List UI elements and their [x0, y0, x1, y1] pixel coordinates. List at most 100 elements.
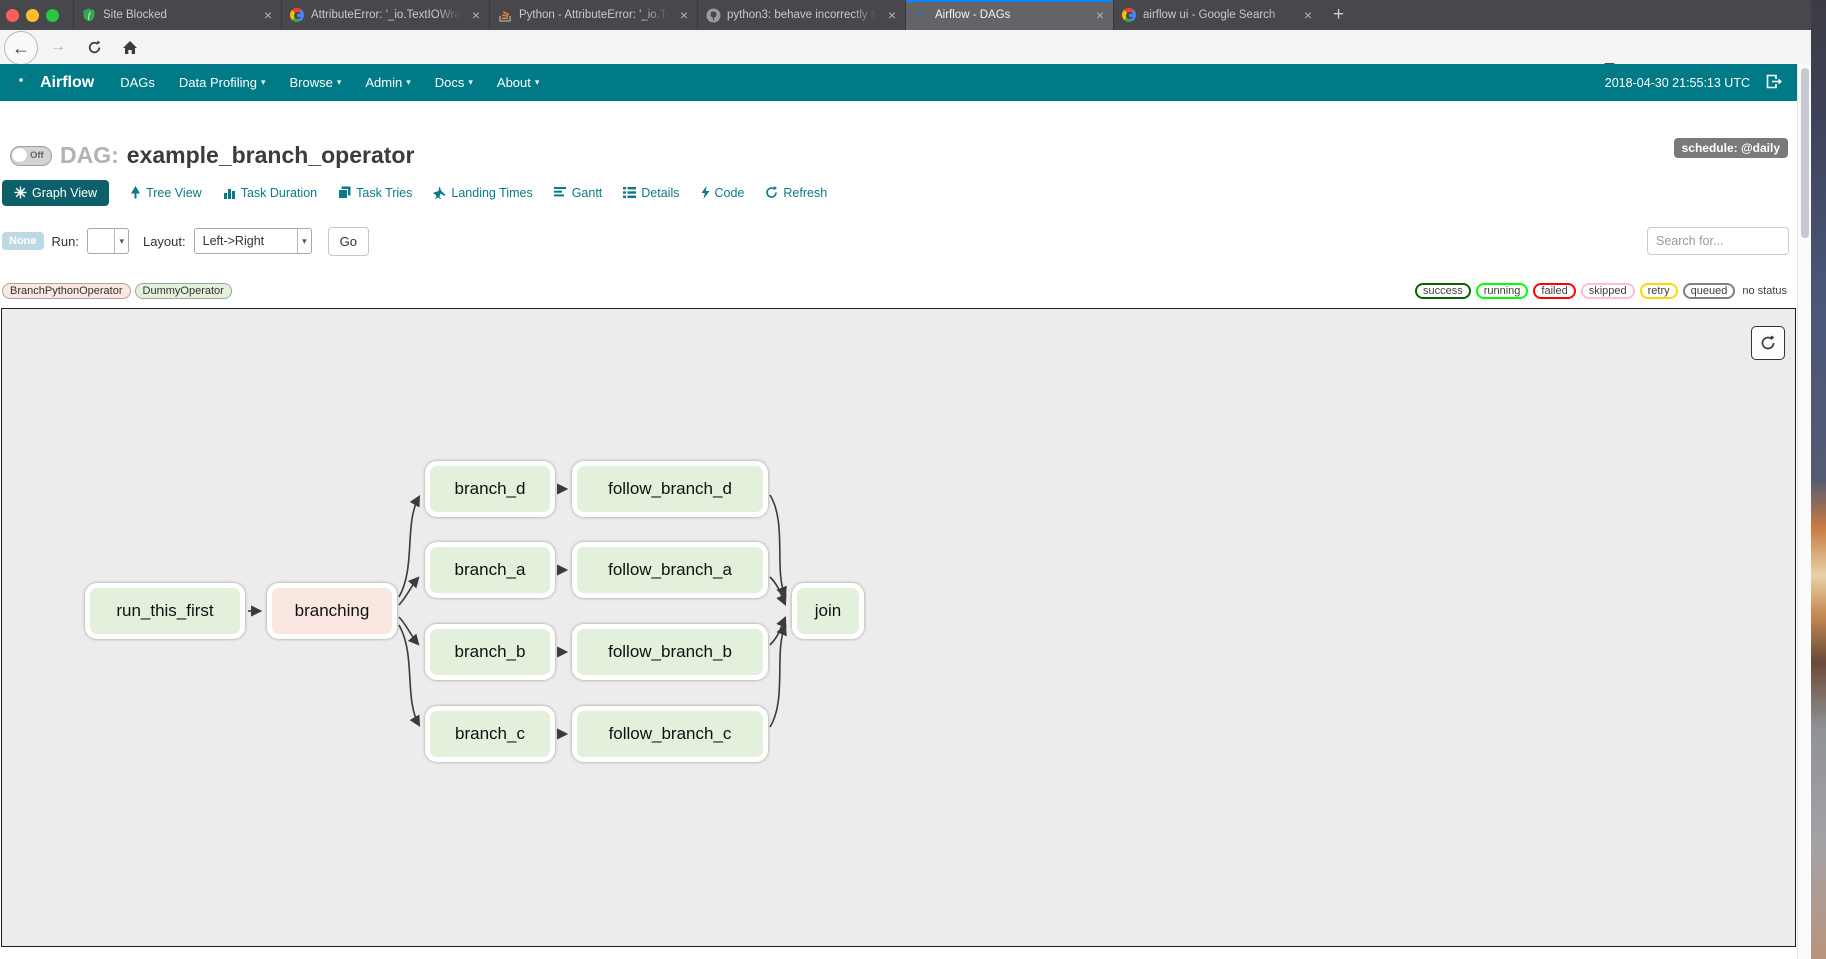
minimize-window-button[interactable]: [26, 9, 39, 22]
dag-node-follow_branch_d[interactable]: follow_branch_d: [572, 461, 768, 517]
browser-tab-bar: f Site Blocked × AttributeError: '_io.Te…: [0, 0, 1811, 30]
maximize-window-button[interactable]: [46, 9, 59, 22]
home-button[interactable]: [116, 33, 144, 61]
tree-icon: [130, 186, 141, 199]
tab-title: airflow ui - Google Search: [1143, 9, 1296, 21]
tab-label: Gantt: [572, 186, 603, 200]
google-favicon-icon: [1121, 7, 1137, 23]
tab-task-duration[interactable]: Task Duration: [223, 186, 317, 200]
legend-branchpythonoperator: BranchPythonOperator: [2, 283, 131, 299]
nav-item-dags[interactable]: DAGs: [108, 75, 167, 90]
tab-label: Task Tries: [356, 186, 412, 200]
shield-favicon-icon: f: [81, 7, 97, 23]
tab-label: Tree View: [146, 186, 202, 200]
github-favicon-icon: [705, 7, 721, 23]
toggle-label: Off: [30, 150, 44, 161]
run-select[interactable]: ▾: [87, 228, 129, 254]
close-icon[interactable]: ×: [1302, 8, 1314, 22]
tab-label: Code: [715, 186, 745, 200]
layout-select[interactable]: Left->Right ▾: [194, 228, 312, 254]
dag-node-follow_branch_a[interactable]: follow_branch_a: [572, 542, 768, 598]
dag-node-follow_branch_c[interactable]: follow_branch_c: [572, 706, 768, 762]
chevron-down-icon: ▾: [261, 77, 266, 88]
browser-toolbar: ← → localhost:8080/admin/airflow/graph?e…: [0, 30, 1811, 65]
tab-site-blocked[interactable]: f Site Blocked ×: [73, 0, 281, 30]
close-icon[interactable]: ×: [262, 8, 274, 22]
edge-follow_branch_d-join: [770, 495, 785, 596]
tab-python-stackoverflow[interactable]: Python - AttributeError: '_io.Te ×: [489, 0, 697, 30]
google-favicon-icon: [289, 7, 305, 23]
dag-node-follow_branch_b[interactable]: follow_branch_b: [572, 624, 768, 680]
nav-item-browse[interactable]: Browse▾: [277, 75, 353, 90]
status-queued: queued: [1683, 283, 1736, 299]
status-no-status: no status: [1740, 285, 1789, 297]
scrollbar-thumb[interactable]: [1801, 68, 1809, 238]
tab-label: Graph View: [32, 186, 97, 200]
dag-node-branch_d[interactable]: branch_d: [425, 461, 555, 517]
airflow-brand[interactable]: Airflow: [0, 67, 108, 98]
close-icon[interactable]: ×: [1094, 8, 1106, 22]
chevron-down-icon: ▾: [114, 229, 128, 253]
dag-node-branch_c[interactable]: branch_c: [425, 706, 555, 762]
run-label: Run:: [52, 234, 79, 249]
refresh-icon: [765, 186, 778, 199]
brand-label: Airflow: [40, 74, 94, 92]
tab-label: Task Duration: [241, 186, 317, 200]
tab-refresh[interactable]: Refresh: [765, 186, 827, 200]
page-scrollbar[interactable]: [1797, 64, 1811, 959]
tab-python3-github[interactable]: python3: behave incorrectly mo ×: [697, 0, 905, 30]
back-button[interactable]: ←: [4, 31, 38, 65]
new-tab-button[interactable]: +: [1321, 0, 1356, 30]
tab-airflow-ui-google-search[interactable]: airflow ui - Google Search ×: [1113, 0, 1321, 30]
logout-icon[interactable]: [1766, 74, 1783, 92]
dag-header: Off DAG: example_branch_operator: [10, 142, 414, 169]
pages-icon: [338, 186, 351, 199]
view-tabs: Graph View Tree View Task Duration Task …: [2, 178, 827, 207]
dag-node-branch_b[interactable]: branch_b: [425, 624, 555, 680]
status-legend: success running failed skipped retry que…: [1415, 283, 1789, 299]
dag-pause-toggle[interactable]: Off: [10, 146, 52, 166]
go-button[interactable]: Go: [328, 227, 369, 256]
dag-node-join[interactable]: join: [792, 583, 864, 639]
nav-item-admin[interactable]: Admin▾: [353, 75, 422, 90]
tab-label: Details: [641, 186, 679, 200]
tab-graph-view[interactable]: Graph View: [2, 180, 109, 206]
close-window-button[interactable]: [6, 9, 19, 22]
task-search-input[interactable]: Search for...: [1647, 227, 1789, 255]
dag-graph-canvas[interactable]: run_this_first branching branch_d branch…: [1, 308, 1796, 947]
status-running: running: [1476, 283, 1529, 299]
nav-item-data-profiling[interactable]: Data Profiling▾: [167, 75, 278, 90]
close-icon[interactable]: ×: [678, 8, 690, 22]
reload-button[interactable]: [80, 33, 108, 61]
dagrun-state-badge: None: [2, 232, 44, 250]
graph-refresh-button[interactable]: [1751, 326, 1785, 360]
dag-node-branch_a[interactable]: branch_a: [425, 542, 555, 598]
window-controls: [0, 0, 73, 30]
status-success: success: [1415, 283, 1471, 299]
tab-code[interactable]: Code: [701, 186, 745, 200]
tab-label: Refresh: [783, 186, 827, 200]
tab-attributeerror-google[interactable]: AttributeError: '_io.TextIOWrapp ×: [281, 0, 489, 30]
align-left-icon: [554, 186, 567, 199]
nav-item-docs[interactable]: Docs▾: [423, 75, 485, 90]
airflow-navbar: Airflow DAGs Data Profiling▾ Browse▾ Adm…: [0, 64, 1797, 101]
legend-dummyoperator: DummyOperator: [135, 283, 232, 299]
tab-landing-times[interactable]: Landing Times: [433, 186, 532, 200]
chevron-down-icon: ▾: [535, 77, 540, 88]
tab-gantt[interactable]: Gantt: [554, 186, 603, 200]
tab-details[interactable]: Details: [623, 186, 679, 200]
tab-task-tries[interactable]: Task Tries: [338, 186, 412, 200]
edge-branching-branch_c: [399, 625, 419, 725]
forward-button[interactable]: →: [44, 33, 72, 61]
tab-airflow-dags-active[interactable]: Airflow - DAGs ×: [905, 0, 1113, 30]
close-icon[interactable]: ×: [886, 8, 898, 22]
tab-tree-view[interactable]: Tree View: [130, 186, 202, 200]
plane-icon: [433, 186, 446, 199]
nav-item-about[interactable]: About▾: [485, 75, 552, 90]
stackoverflow-favicon-icon: [497, 7, 513, 23]
dag-node-branching[interactable]: branching: [267, 583, 397, 639]
desktop-wallpaper: [1811, 0, 1826, 959]
close-icon[interactable]: ×: [470, 8, 482, 22]
status-skipped: skipped: [1581, 283, 1635, 299]
dag-node-run_this_first[interactable]: run_this_first: [85, 583, 245, 639]
